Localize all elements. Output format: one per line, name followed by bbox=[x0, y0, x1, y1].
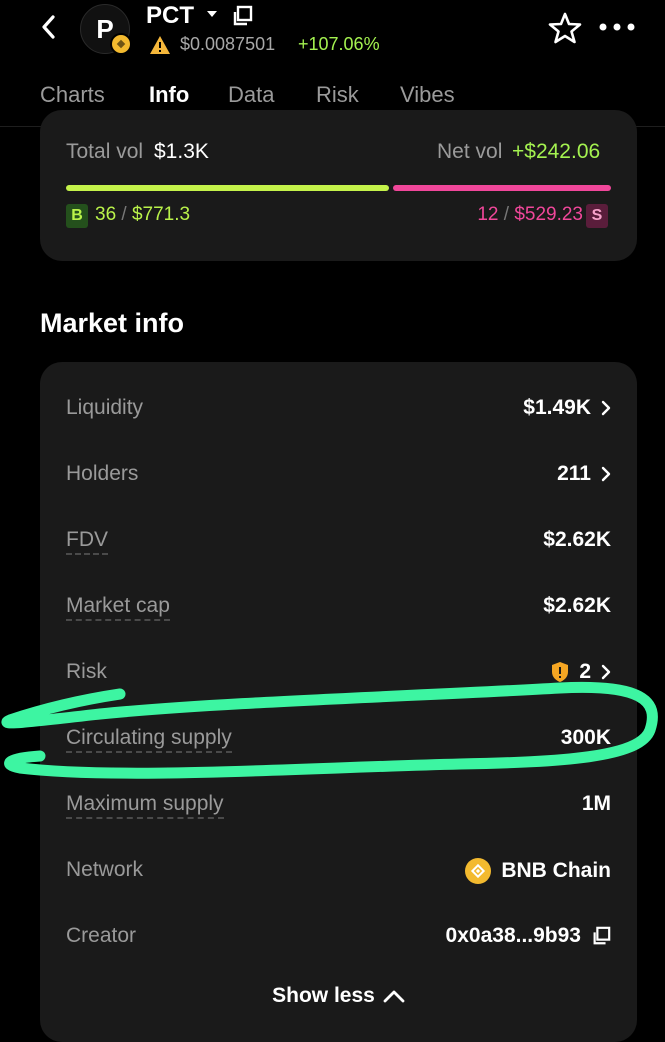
creator-address[interactable]: 0x0a38...9b93 bbox=[446, 924, 581, 948]
holders-label: Holders bbox=[66, 462, 139, 485]
market-cap-label[interactable]: Market cap bbox=[66, 594, 170, 621]
row-fdv: FDV $2.62K bbox=[40, 508, 637, 574]
fdv-value: $2.62K bbox=[543, 528, 611, 551]
chevron-up-icon bbox=[383, 990, 405, 1003]
sell-amount: $529.23 bbox=[514, 204, 583, 225]
chevron-right-icon bbox=[601, 466, 611, 482]
liquidity-label: Liquidity bbox=[66, 396, 144, 419]
volume-card: Total vol $1.3K Net vol +$242.06 B 36 / … bbox=[40, 110, 637, 261]
sell-stats: 12 / $529.23 bbox=[477, 204, 583, 225]
creator-value-group: 0x0a38...9b93 bbox=[446, 924, 611, 948]
row-risk[interactable]: Risk 2 bbox=[40, 640, 637, 706]
tab-risk[interactable]: Risk bbox=[316, 82, 359, 108]
liquidity-value: $1.49K bbox=[523, 396, 591, 419]
warning-icon bbox=[150, 36, 170, 54]
total-vol-value: $1.3K bbox=[154, 140, 209, 163]
token-header: P PCT $0.0087501 +107.06% bbox=[0, 0, 665, 66]
star-icon[interactable] bbox=[548, 12, 582, 44]
liquidity-value-group: $1.49K bbox=[523, 396, 611, 420]
shield-warning-icon bbox=[552, 662, 569, 682]
bnb-chain-icon bbox=[465, 858, 492, 884]
network-value-group: BNB Chain bbox=[465, 858, 611, 884]
row-market-cap: Market cap $2.62K bbox=[40, 574, 637, 640]
buy-volume-bar bbox=[66, 185, 389, 191]
row-liquidity[interactable]: Liquidity $1.49K bbox=[40, 376, 637, 442]
holders-value: 211 bbox=[557, 462, 591, 485]
market-info-card: Liquidity $1.49K Holders 211 FDV $2.62K … bbox=[40, 362, 637, 1042]
token-ticker[interactable]: PCT bbox=[146, 2, 194, 30]
copy-icon[interactable] bbox=[231, 5, 253, 27]
more-options-icon[interactable] bbox=[598, 22, 636, 32]
caret-down-icon[interactable] bbox=[205, 8, 219, 20]
network-value: BNB Chain bbox=[501, 859, 611, 882]
market-info-title: Market info bbox=[40, 308, 185, 338]
show-less-button[interactable]: Show less bbox=[40, 984, 637, 1008]
buy-badge: B bbox=[66, 204, 88, 228]
tab-charts[interactable]: Charts bbox=[40, 82, 105, 108]
row-circulating-supply: Circulating supply 300K bbox=[40, 706, 637, 772]
buy-amount: $771.3 bbox=[131, 204, 191, 225]
maximum-supply-label[interactable]: Maximum supply bbox=[66, 792, 224, 819]
circulating-supply-label[interactable]: Circulating supply bbox=[66, 726, 232, 753]
net-vol-label: Net vol bbox=[437, 140, 503, 163]
chevron-right-icon bbox=[601, 400, 611, 416]
row-holders[interactable]: Holders 211 bbox=[40, 442, 637, 508]
risk-value-group: 2 bbox=[551, 660, 611, 684]
total-vol-label: Total vol bbox=[66, 140, 144, 163]
sell-count: 12 bbox=[477, 204, 499, 225]
buy-stats: 36 / $771.3 bbox=[95, 204, 191, 225]
network-label: Network bbox=[66, 858, 144, 881]
sell-volume-bar bbox=[393, 185, 611, 191]
fdv-label[interactable]: FDV bbox=[66, 528, 108, 555]
circulating-supply-value: 300K bbox=[560, 726, 611, 749]
buy-count: 36 bbox=[95, 204, 117, 225]
risk-value: 2 bbox=[579, 660, 591, 683]
creator-label: Creator bbox=[66, 924, 137, 947]
sell-badge: S bbox=[586, 204, 608, 228]
risk-label: Risk bbox=[66, 660, 107, 683]
token-price: $0.0087501 bbox=[180, 34, 276, 54]
tab-vibes[interactable]: Vibes bbox=[400, 82, 455, 108]
show-less-label: Show less bbox=[272, 984, 375, 1007]
row-maximum-supply: Maximum supply 1M bbox=[40, 772, 637, 838]
back-arrow-icon[interactable] bbox=[36, 12, 62, 42]
row-network: Network BNB Chain bbox=[40, 838, 637, 904]
row-creator: Creator 0x0a38...9b93 bbox=[40, 904, 637, 970]
market-cap-value: $2.62K bbox=[543, 594, 611, 617]
bnb-chain-badge-icon bbox=[110, 33, 132, 55]
holders-value-group: 211 bbox=[557, 462, 611, 486]
tab-info[interactable]: Info bbox=[149, 82, 189, 108]
net-vol-value: +$242.06 bbox=[512, 140, 601, 163]
chevron-right-icon bbox=[601, 664, 611, 680]
price-change: +107.06% bbox=[298, 34, 380, 54]
tab-data[interactable]: Data bbox=[228, 82, 274, 108]
copy-icon[interactable] bbox=[591, 926, 611, 946]
maximum-supply-value: 1M bbox=[581, 792, 611, 815]
